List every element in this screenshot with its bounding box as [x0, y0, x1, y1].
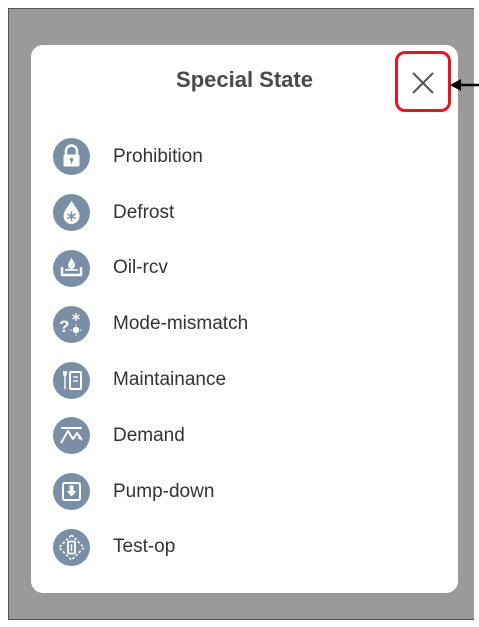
list-item-test-op: Test-op: [53, 520, 433, 576]
list-item-demand: Demand: [53, 408, 433, 464]
item-label: Oil-rcv: [113, 257, 168, 279]
list-item-mode-mismatch: ? Mode-mismatch: [53, 296, 433, 352]
item-label: Mode-mismatch: [113, 313, 249, 335]
item-label: Defrost: [113, 201, 175, 223]
mode-mismatch-icon: ?: [53, 305, 90, 343]
list-item-prohibition: Prohibition: [53, 129, 433, 185]
svg-text:?: ?: [59, 317, 69, 336]
pump-down-icon: [53, 473, 90, 511]
dialog-title: Special State: [176, 67, 313, 92]
item-label: Prohibition: [113, 145, 203, 167]
special-state-list: Prohibition Defrost Oil-rcv ? Mode-misma…: [53, 129, 433, 575]
close-icon: [412, 72, 434, 94]
item-label: Maintainance: [113, 369, 227, 391]
item-label: Pump-down: [113, 480, 215, 502]
maintenance-icon: [53, 361, 90, 399]
list-item-defrost: Defrost: [53, 185, 433, 241]
item-label: Test-op: [113, 536, 176, 558]
special-state-dialog: Special State Prohibition Defrost Oil-rc…: [31, 45, 458, 593]
list-item-oil-rcv: Oil-rcv: [53, 241, 433, 297]
demand-icon: [53, 417, 90, 455]
oil-recovery-icon: [53, 249, 90, 287]
lock-icon: [53, 138, 90, 176]
list-item-pump-down: Pump-down: [53, 464, 433, 520]
defrost-icon: [53, 194, 90, 232]
pointer-arrow: [450, 79, 479, 91]
close-button[interactable]: [403, 63, 443, 103]
item-label: Demand: [113, 424, 185, 446]
list-item-maintainance: Maintainance: [53, 352, 433, 408]
test-op-icon: [53, 528, 90, 566]
